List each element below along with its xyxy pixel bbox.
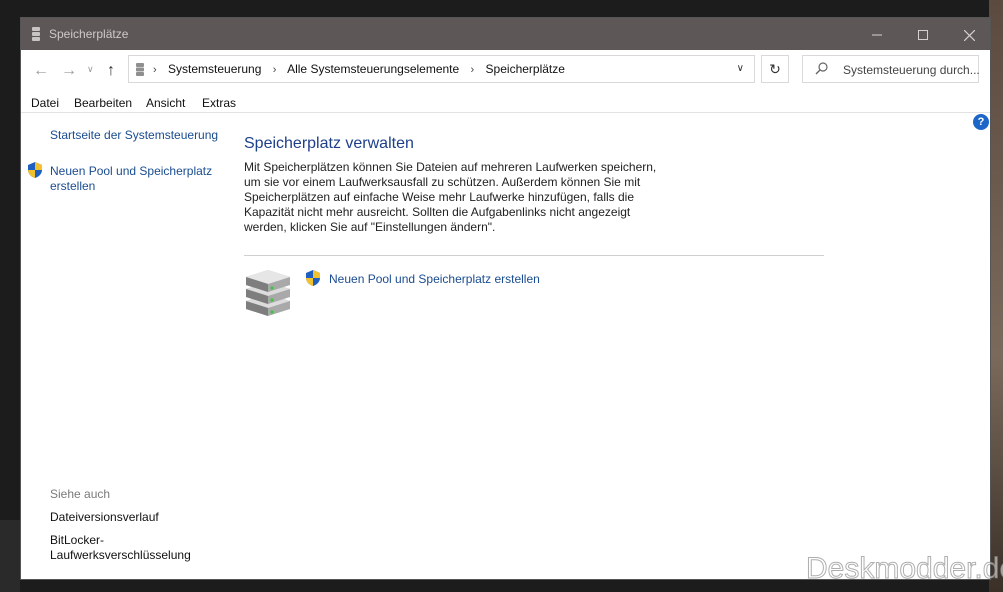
see-also-link-bitlocker-line2: Laufwerksverschlüsselung xyxy=(50,548,191,562)
minimize-icon xyxy=(872,34,882,36)
close-icon xyxy=(963,29,975,42)
menu-ansicht[interactable]: Ansicht xyxy=(146,96,185,110)
menu-datei[interactable]: Datei xyxy=(31,96,59,110)
description-line: Mit Speicherplätzen können Sie Dateien a… xyxy=(244,160,657,174)
breadcrumb-separator-icon[interactable]: › xyxy=(273,64,277,76)
back-arrow-icon[interactable]: ← xyxy=(33,62,49,80)
sidebar: Startseite der Systemsteuerung Neuen Poo… xyxy=(21,113,226,579)
breadcrumb: › Systemsteuerung › Alle Systemsteuerung… xyxy=(153,62,565,76)
breadcrumb-alle-elemente[interactable]: Alle Systemsteuerungselemente xyxy=(287,62,459,76)
description-line: Speicherplätzen auf einfache Weise mehr … xyxy=(244,190,635,204)
breadcrumb-systemsteuerung[interactable]: Systemsteuerung xyxy=(168,62,261,76)
navigation-bar: ← → ∨ ↑ › Systemsteuerung › Alle Systems… xyxy=(21,50,990,90)
forward-arrow-icon[interactable]: → xyxy=(61,62,77,80)
see-also-link-bitlocker[interactable]: BitLocker- Laufwerksverschlüsselung xyxy=(50,533,191,563)
description-line: werden, klicken Sie auf "Einstellungen ä… xyxy=(244,220,496,234)
sidebar-link-create-pool-line2: erstellen xyxy=(50,179,96,193)
description: Mit Speicherplätzen können Sie Dateien a… xyxy=(244,160,664,235)
breadcrumb-speicherplaetze[interactable]: Speicherplätze xyxy=(486,62,565,76)
description-line: um sie vor einem Laufwerksausfall zu sch… xyxy=(244,175,641,189)
create-pool-link[interactable]: Neuen Pool und Speicherplatz erstellen xyxy=(329,272,540,286)
address-dropdown-chevron-icon[interactable]: ∨ xyxy=(737,63,744,74)
desktop-background xyxy=(989,0,1003,592)
control-panel-window: Speicherplätze ← → ∨ ↑ › Systemsteuerung… xyxy=(20,17,991,580)
maximize-button[interactable] xyxy=(900,18,946,50)
recent-locations-chevron-icon[interactable]: ∨ xyxy=(87,64,94,75)
shield-icon xyxy=(28,162,42,178)
storage-spaces-icon xyxy=(136,63,144,76)
refresh-button[interactable]: ↻ xyxy=(761,55,789,83)
menu-extras[interactable]: Extras xyxy=(202,96,236,110)
help-icon[interactable]: ? xyxy=(973,114,989,130)
address-bar[interactable]: › Systemsteuerung › Alle Systemsteuerung… xyxy=(128,55,755,83)
sidebar-link-create-pool[interactable]: Neuen Pool und Speicherplatz erstellen xyxy=(50,164,212,194)
shield-icon xyxy=(306,270,320,286)
title-bar[interactable]: Speicherplätze xyxy=(21,18,990,50)
maximize-icon xyxy=(918,30,928,41)
page-title: Speicherplatz verwalten xyxy=(244,135,414,152)
see-also-link-dateiversionsverlauf[interactable]: Dateiversionsverlauf xyxy=(50,510,159,524)
refresh-icon: ↻ xyxy=(769,61,781,77)
search-icon xyxy=(815,62,828,75)
storage-spaces-app-icon xyxy=(32,27,40,41)
divider xyxy=(244,255,824,256)
sidebar-link-home[interactable]: Startseite der Systemsteuerung xyxy=(50,128,218,142)
breadcrumb-separator-icon[interactable]: › xyxy=(471,64,475,76)
desktop-background-left xyxy=(0,520,20,592)
breadcrumb-separator-icon[interactable]: › xyxy=(153,64,157,76)
search-box[interactable]: Systemsteuerung durch... xyxy=(802,55,980,83)
up-arrow-icon[interactable]: ↑ xyxy=(107,62,115,80)
menu-bar: Datei Bearbeiten Ansicht Extras xyxy=(21,90,990,113)
storage-pool-drives-icon xyxy=(246,270,290,316)
menu-bearbeiten[interactable]: Bearbeiten xyxy=(74,96,132,110)
minimize-button[interactable] xyxy=(854,18,900,50)
watermark: Deskmodder.de xyxy=(805,552,1003,586)
sidebar-link-create-pool-line1: Neuen Pool und Speicherplatz xyxy=(50,164,213,178)
search-placeholder: Systemsteuerung durch... xyxy=(843,63,980,77)
close-button[interactable] xyxy=(946,18,990,50)
see-also-heading: Siehe auch xyxy=(50,487,111,501)
description-line: Kapazität nicht mehr ausreicht. Sollten … xyxy=(244,205,631,219)
see-also-link-bitlocker-line1: BitLocker- xyxy=(50,533,105,547)
window-title: Speicherplätze xyxy=(49,27,129,41)
